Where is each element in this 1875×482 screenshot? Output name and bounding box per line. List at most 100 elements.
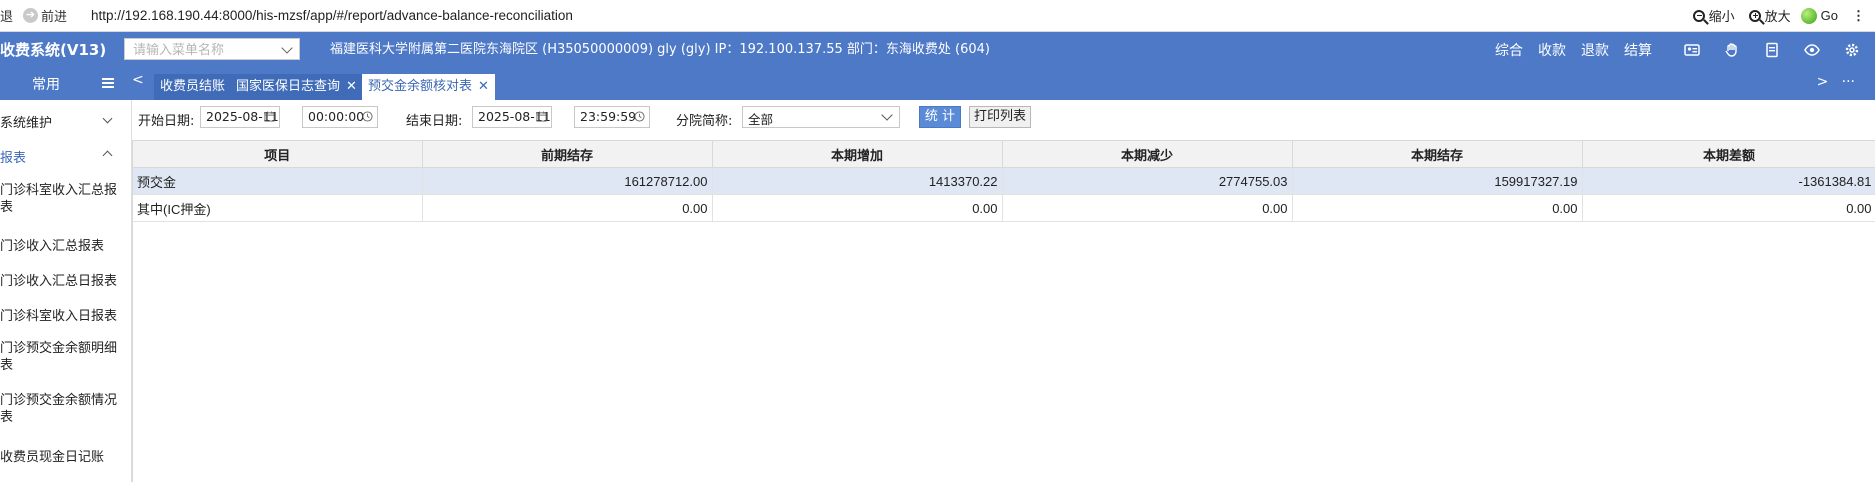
document-icon[interactable] <box>1764 42 1780 58</box>
start-time-field[interactable]: 00:00:00 <box>302 106 378 128</box>
sidebar-item-label-cont: 表 <box>0 200 14 215</box>
go-icon <box>1800 7 1817 24</box>
close-icon[interactable]: ✕ <box>478 79 489 94</box>
clock-icon[interactable] <box>362 111 373 122</box>
menu-search[interactable] <box>124 38 300 60</box>
table-row[interactable]: 预交金 161278712.00 1413370.22 2774755.03 1… <box>133 167 1875 195</box>
table-cell: 159917327.19 <box>1292 167 1583 195</box>
menu-toggle-icon[interactable] <box>102 78 114 88</box>
end-date-field[interactable]: 2025-08-11 <box>472 106 552 128</box>
forward-label: 前进 <box>41 9 68 24</box>
table-header-row: 项目 前期结存 本期增加 本期减少 本期结存 本期差额 <box>133 141 1875 168</box>
sidebar-item-advance-balance-detail[interactable]: 门诊预交金余额明细 表 <box>0 340 117 374</box>
id-card-icon[interactable] <box>1684 42 1700 58</box>
column-header-decrease[interactable]: 本期减少 <box>1002 141 1293 168</box>
chevron-down-icon[interactable] <box>881 109 893 121</box>
zoom-out-label: 缩小 <box>1708 9 1735 24</box>
column-header-increase[interactable]: 本期增加 <box>712 141 1003 168</box>
table-cell: 0.00 <box>1002 194 1293 222</box>
browser-toolbar: 退 ➔ 前进 http://192.168.190.44:8000/his-mz… <box>0 0 1875 32</box>
clock-icon[interactable] <box>634 111 645 122</box>
action-general[interactable]: 综合 <box>1495 40 1523 60</box>
sidebar-item-income-daily-summary[interactable]: 门诊收入汇总日报表 <box>0 270 117 289</box>
back-button[interactable]: 退 <box>0 6 13 25</box>
chevron-left-icon[interactable]: < <box>132 72 146 88</box>
action-settle[interactable]: 结算 <box>1624 40 1652 60</box>
balance-table: 项目 前期结存 本期增加 本期减少 本期结存 本期差额 预交金 16127871… <box>132 140 1875 482</box>
header-actions: 综合 收款 退款 结算 <box>1495 32 1860 68</box>
hand-icon[interactable] <box>1724 42 1740 58</box>
tab-strip: < 收费员结账 国家医保日志查询 ✕ 预交金余额核对表 ✕ > ··· <box>132 68 1875 100</box>
tab-medical-insurance-log[interactable]: 国家医保日志查询 ✕ <box>230 74 363 100</box>
gear-icon[interactable] <box>1844 42 1860 58</box>
sidebar-item-label: 收费员现金日记账 <box>0 450 105 465</box>
sidebar-item-system[interactable]: 系统维护 <box>0 112 52 131</box>
start-time-value: 00:00:00 <box>308 109 365 124</box>
tab-advance-balance[interactable]: 预交金余额核对表 ✕ <box>362 74 495 100</box>
print-list-button[interactable]: 打印列表 <box>969 106 1031 128</box>
calendar-icon[interactable] <box>264 111 275 122</box>
go-button[interactable]: Go <box>1800 7 1838 24</box>
table-cell: -1361384.81 <box>1582 167 1875 195</box>
close-icon[interactable]: ✕ <box>346 79 357 94</box>
sidebar-item-label: 门诊收入汇总报表 <box>0 239 105 254</box>
end-time-value: 23:59:59 <box>580 109 637 124</box>
action-collect[interactable]: 收款 <box>1538 40 1566 60</box>
address-url[interactable]: http://192.168.190.44:8000/his-mzsf/app/… <box>91 8 573 23</box>
sidebar-item-reports[interactable]: 报表 <box>0 147 26 166</box>
menu-search-input[interactable] <box>131 40 285 60</box>
tab-cashier-checkout[interactable]: 收费员结账 <box>154 74 232 100</box>
column-header-balance[interactable]: 本期结存 <box>1292 141 1583 168</box>
sidebar-item-label: 门诊科室收入汇总报 <box>0 183 118 198</box>
zoom-in-button[interactable]: 放大 <box>1748 6 1791 25</box>
table-cell: 其中(IC押金) <box>133 194 423 222</box>
action-refund[interactable]: 退款 <box>1581 40 1609 60</box>
start-date-label: 开始日期: <box>138 114 195 129</box>
sidebar-item-advance-balance-status[interactable]: 门诊预交金余额情况 表 <box>0 392 117 426</box>
zoom-in-label: 放大 <box>1764 9 1791 24</box>
zoom-out-icon <box>1692 9 1705 22</box>
sidebar-item-cashier-journal[interactable]: 收费员现金日记账 <box>0 446 104 465</box>
column-header-prior-balance[interactable]: 前期结存 <box>422 141 713 168</box>
branch-select[interactable]: 全部 <box>742 106 900 128</box>
table-cell: 预交金 <box>133 167 423 195</box>
eye-icon[interactable] <box>1804 42 1820 58</box>
end-time-field[interactable]: 23:59:59 <box>574 106 650 128</box>
forward-arrow-icon: ➔ <box>23 8 39 23</box>
sidebar-item-label: 系统维护 <box>0 116 53 131</box>
table-cell: 0.00 <box>712 194 1003 222</box>
table-row[interactable]: 其中(IC押金) 0.00 0.00 0.00 0.00 0.00 <box>133 194 1875 222</box>
zoom-in-icon <box>1748 9 1761 22</box>
start-date-field[interactable]: 2025-08-11 <box>200 106 280 128</box>
column-header-difference[interactable]: 本期差额 <box>1582 141 1875 168</box>
chevron-down-icon[interactable] <box>102 113 113 124</box>
sidebar-item-label: 门诊收入汇总日报表 <box>0 274 118 289</box>
hospital-info: 福建医科大学附属第二医院东海院区 (H35050000009) gly (gly… <box>330 42 990 57</box>
app-title: 收费系统(V13) <box>0 41 107 59</box>
table-cell: 0.00 <box>1292 194 1583 222</box>
table-cell: 0.00 <box>422 194 713 222</box>
chevron-up-icon[interactable] <box>102 150 113 161</box>
back-label: 退 <box>0 9 14 24</box>
stat-button[interactable]: 统 计 <box>919 106 961 128</box>
go-label: Go <box>1820 8 1838 23</box>
end-date-label: 结束日期: <box>406 114 463 129</box>
sidebar-item-label-cont: 表 <box>0 358 14 373</box>
column-header-item[interactable]: 项目 <box>133 141 423 168</box>
tab-label: 预交金余额核对表 <box>368 79 473 94</box>
more-menu-icon[interactable]: ⋮ <box>1852 8 1865 24</box>
tab-label: 收费员结账 <box>160 79 226 94</box>
forward-button[interactable]: ➔ 前进 <box>13 6 67 25</box>
sidebar-item-income-summary[interactable]: 门诊收入汇总报表 <box>0 235 104 254</box>
tab-common[interactable]: 常用 <box>32 74 60 94</box>
sidebar-item-label: 门诊预交金余额明细 <box>0 341 118 356</box>
zoom-out-button[interactable]: 缩小 <box>1692 6 1735 25</box>
sidebar-item-label: 门诊预交金余额情况 <box>0 393 118 408</box>
table-cell: 2774755.03 <box>1002 167 1293 195</box>
sidebar-item-dept-income-daily[interactable]: 门诊科室收入日报表 <box>0 305 117 324</box>
calendar-icon[interactable] <box>536 111 547 122</box>
sidebar-item-dept-income-summary[interactable]: 门诊科室收入汇总报 表 <box>0 182 117 216</box>
filter-toolbar: 开始日期: 2025-08-11 00:00:00 结束日期: 2025-08-… <box>132 100 1875 136</box>
sidebar-item-label-cont: 表 <box>0 410 14 425</box>
chevron-right-icon[interactable]: > ··· <box>1817 74 1855 90</box>
